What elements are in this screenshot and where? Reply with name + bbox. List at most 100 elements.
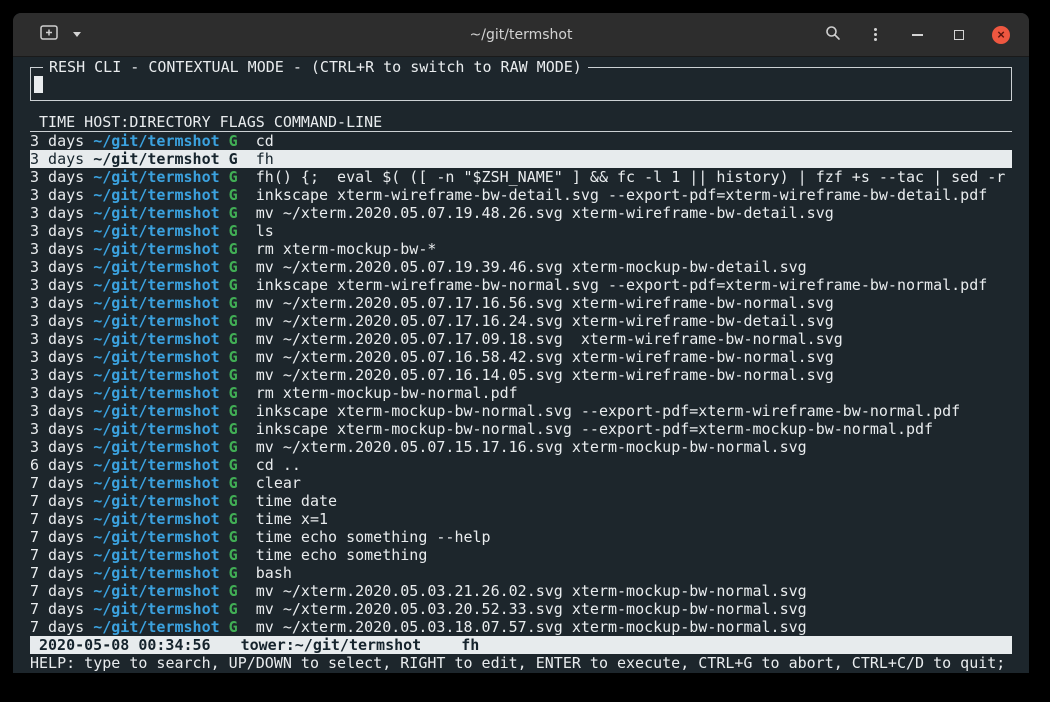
row-time: 7 days: [30, 492, 93, 510]
history-row[interactable]: 7 days ~/git/termshot G clear: [30, 474, 1012, 492]
row-host: ~/git/termshot: [93, 168, 219, 186]
row-command: time echo something --help: [238, 528, 491, 546]
history-row[interactable]: 3 days ~/git/termshot G rm xterm-mockup-…: [30, 384, 1012, 402]
history-row[interactable]: 7 days ~/git/termshot G time x=1: [30, 510, 1012, 528]
history-row[interactable]: 7 days ~/git/termshot G time date: [30, 492, 1012, 510]
row-time: 3 days: [30, 186, 93, 204]
row-flags: G: [220, 312, 238, 330]
row-command: time date: [238, 492, 337, 510]
row-time: 6 days: [30, 456, 93, 474]
menu-button[interactable]: [865, 22, 885, 48]
row-host: ~/git/termshot: [93, 456, 219, 474]
new-tab-icon: [40, 25, 58, 44]
row-host: ~/git/termshot: [93, 186, 219, 204]
row-command: mv ~/xterm.2020.05.07.15.17.16.svg xterm…: [238, 438, 807, 456]
row-flags: G: [220, 366, 238, 384]
history-row[interactable]: 6 days ~/git/termshot G cd ..: [30, 456, 1012, 474]
row-host: ~/git/termshot: [93, 402, 219, 420]
row-command: inkscape xterm-mockup-bw-normal.svg --ex…: [238, 420, 933, 438]
row-time: 3 days: [30, 438, 93, 456]
history-row[interactable]: 3 days ~/git/termshot G inkscape xterm-w…: [30, 186, 1012, 204]
history-row[interactable]: 3 days ~/git/termshot G mv ~/xterm.2020.…: [30, 366, 1012, 384]
history-row[interactable]: 7 days ~/git/termshot G time echo someth…: [30, 546, 1012, 564]
row-command: inkscape xterm-mockup-bw-normal.svg --ex…: [238, 402, 960, 420]
search-button[interactable]: [823, 22, 843, 48]
row-host: ~/git/termshot: [93, 330, 219, 348]
row-host: ~/git/termshot: [93, 618, 219, 636]
history-row[interactable]: 3 days ~/git/termshot G inkscape xterm-m…: [30, 420, 1012, 438]
status-datetime: 2020-05-08 00:34:56: [39, 636, 211, 654]
history-row[interactable]: 7 days ~/git/termshot G mv ~/xterm.2020.…: [30, 600, 1012, 618]
row-flags: G: [220, 240, 238, 258]
close-button[interactable]: ×: [991, 22, 1011, 48]
row-time: 3 days: [30, 366, 93, 384]
row-host: ~/git/termshot: [93, 132, 219, 150]
new-tab-button[interactable]: [39, 22, 59, 48]
history-row[interactable]: 3 days ~/git/termshot G mv ~/xterm.2020.…: [30, 294, 1012, 312]
history-row[interactable]: 3 days ~/git/termshot G mv ~/xterm.2020.…: [30, 312, 1012, 330]
row-time: 3 days: [30, 222, 93, 240]
row-command: mv ~/xterm.2020.05.07.16.14.05.svg xterm…: [238, 366, 834, 384]
row-time: 3 days: [30, 276, 93, 294]
row-flags: G: [220, 168, 238, 186]
row-host: ~/git/termshot: [93, 582, 219, 600]
row-command: rm xterm-mockup-bw-*: [238, 240, 437, 258]
row-host: ~/git/termshot: [93, 438, 219, 456]
row-host: ~/git/termshot: [93, 276, 219, 294]
column-headers: TIME HOST:DIRECTORY FLAGS COMMAND-LINE: [30, 113, 1012, 132]
titlebar-right-controls: ×: [823, 22, 1011, 48]
history-row[interactable]: 3 days ~/git/termshot G mv ~/xterm.2020.…: [30, 438, 1012, 456]
history-row[interactable]: 3 days ~/git/termshot G ls: [30, 222, 1012, 240]
row-time: 7 days: [30, 600, 93, 618]
history-row[interactable]: 7 days ~/git/termshot G mv ~/xterm.2020.…: [30, 618, 1012, 636]
history-row[interactable]: 7 days ~/git/termshot G bash: [30, 564, 1012, 582]
row-flags: G: [220, 618, 238, 636]
desktop: ~/git/termshot ×: [0, 0, 1050, 702]
history-row[interactable]: 3 days ~/git/termshot G cd: [30, 132, 1012, 150]
history-row[interactable]: 3 days ~/git/termshot G mv ~/xterm.2020.…: [30, 348, 1012, 366]
row-command: time echo something: [238, 546, 428, 564]
history-rows: 3 days ~/git/termshot G cd3 days ~/git/t…: [30, 132, 1012, 636]
row-time: 7 days: [30, 510, 93, 528]
history-row[interactable]: 3 days ~/git/termshot G mv ~/xterm.2020.…: [30, 204, 1012, 222]
search-input[interactable]: RESH CLI - CONTEXTUAL MODE - (CTRL+R to …: [30, 67, 1012, 101]
row-command: cd ..: [238, 456, 301, 474]
history-row[interactable]: 3 days ~/git/termshot G inkscape xterm-w…: [30, 276, 1012, 294]
minimize-button[interactable]: [907, 22, 927, 48]
history-row[interactable]: 3 days ~/git/termshot G mv ~/xterm.2020.…: [30, 330, 1012, 348]
row-time: 3 days: [30, 204, 93, 222]
history-row[interactable]: 3 days ~/git/termshot G rm xterm-mockup-…: [30, 240, 1012, 258]
row-time: 7 days: [30, 474, 93, 492]
history-row[interactable]: 3 days ~/git/termshot G inkscape xterm-m…: [30, 402, 1012, 420]
close-icon: ×: [992, 26, 1010, 44]
restore-button[interactable]: [949, 22, 969, 48]
row-command: mv ~/xterm.2020.05.03.18.07.57.svg xterm…: [238, 618, 807, 636]
row-time: 3 days: [30, 384, 93, 402]
row-host: ~/git/termshot: [93, 546, 219, 564]
history-row[interactable]: 3 days ~/git/termshot G fh: [30, 150, 1012, 168]
row-flags: G: [220, 438, 238, 456]
history-row[interactable]: 3 days ~/git/termshot G mv ~/xterm.2020.…: [30, 258, 1012, 276]
chevron-down-icon: [73, 32, 81, 37]
row-command: cd: [238, 132, 274, 150]
row-host: ~/git/termshot: [93, 564, 219, 582]
history-row[interactable]: 7 days ~/git/termshot G mv ~/xterm.2020.…: [30, 582, 1012, 600]
row-command: time x=1: [238, 510, 328, 528]
row-time: 7 days: [30, 618, 93, 636]
row-time: 3 days: [30, 402, 93, 420]
row-command: mv ~/xterm.2020.05.07.17.16.24.svg xterm…: [238, 312, 834, 330]
profile-dropdown-button[interactable]: [67, 22, 87, 48]
row-time: 3 days: [30, 330, 93, 348]
row-flags: G: [220, 402, 238, 420]
row-flags: G: [220, 258, 238, 276]
minimize-icon: [912, 34, 923, 36]
row-host: ~/git/termshot: [93, 240, 219, 258]
terminal-window: ~/git/termshot ×: [13, 13, 1029, 673]
row-host: ~/git/termshot: [93, 222, 219, 240]
history-row[interactable]: 3 days ~/git/termshot G fh() {; eval $( …: [30, 168, 1012, 186]
row-flags: G: [220, 582, 238, 600]
row-command: mv ~/xterm.2020.05.07.19.39.46.svg xterm…: [238, 258, 807, 276]
history-row[interactable]: 7 days ~/git/termshot G time echo someth…: [30, 528, 1012, 546]
row-command: mv ~/xterm.2020.05.07.17.09.18.svg xterm…: [238, 330, 843, 348]
titlebar[interactable]: ~/git/termshot ×: [13, 13, 1029, 57]
